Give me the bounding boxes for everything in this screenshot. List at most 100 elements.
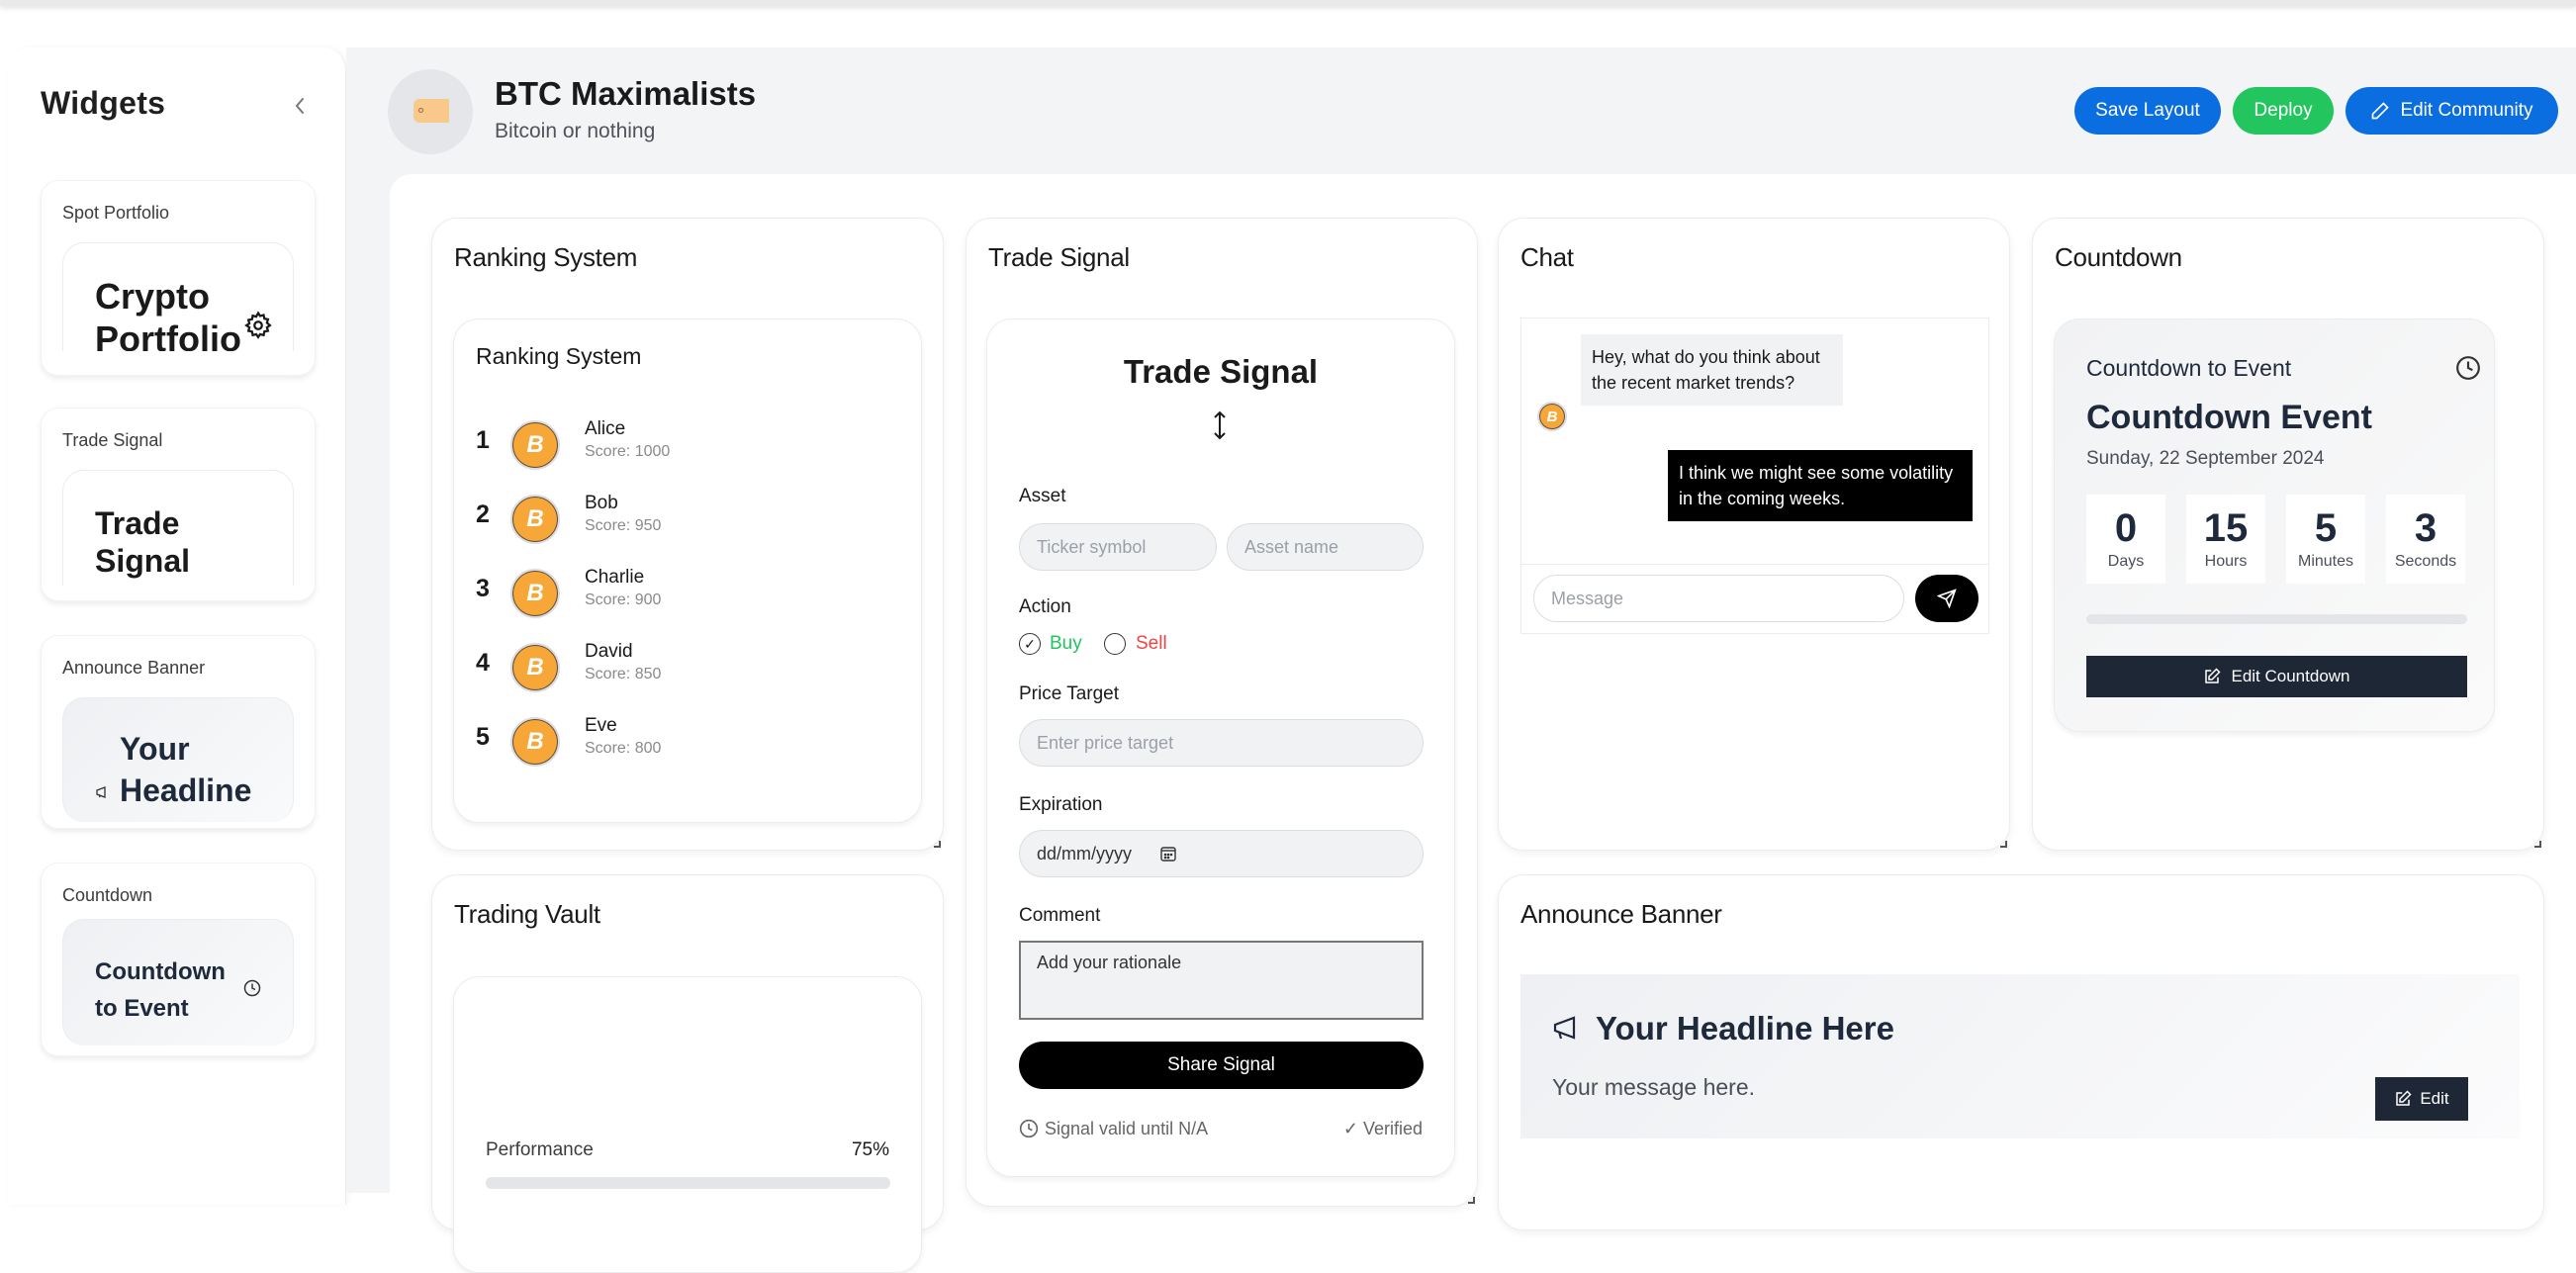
sidebar-widget-countdown[interactable]: Countdown Countdown to Event <box>41 863 316 1056</box>
edit-banner-label: Edit <box>2420 1089 2449 1108</box>
preview-text: Trade Signal <box>95 505 191 580</box>
ticker-symbol-input[interactable]: Ticker symbol <box>1019 523 1217 571</box>
countdown-hours: 15 Hours <box>2186 495 2265 584</box>
rank-user-name: Bob <box>585 493 618 513</box>
asset-name-input[interactable]: Asset name <box>1227 523 1424 571</box>
action-label: Action <box>1019 596 1071 617</box>
deploy-button[interactable]: Deploy <box>2233 87 2334 135</box>
banner-headline: Your Headline Here <box>1596 1010 1894 1046</box>
ranking-row: 3 B Charlie Score: 900 <box>476 565 872 624</box>
resize-handle[interactable] <box>934 841 941 848</box>
resize-handle[interactable] <box>2000 841 2007 848</box>
ranking-row: 5 B Eve Score: 800 <box>476 713 872 773</box>
sidebar-widget-spot-portfolio[interactable]: Spot Portfolio Crypto Portfolio <box>41 180 316 376</box>
comment-label: Comment <box>1019 905 1101 926</box>
edit-icon <box>2205 668 2222 683</box>
edit-banner-button[interactable]: Edit <box>2375 1077 2468 1121</box>
rank-score: Score: 800 <box>585 740 662 757</box>
countdown-progress-track <box>2086 614 2467 624</box>
gear-icon <box>244 311 272 339</box>
countdown-widget[interactable]: Countdown Countdown to Event Countdown E… <box>2032 218 2544 851</box>
save-layout-label: Save Layout <box>2095 100 2200 121</box>
expiration-label: Expiration <box>1019 794 1103 815</box>
ranking-row: 2 B Bob Score: 950 <box>476 491 872 550</box>
tag-icon <box>414 99 449 123</box>
countdown-seconds: 3 Seconds <box>2386 495 2465 584</box>
sidebar-widget-label: Trade Signal <box>62 430 163 450</box>
trading-vault-card: Performance 75% <box>453 976 922 1273</box>
ranking-row: 4 B David Score: 850 <box>476 639 872 698</box>
buy-label[interactable]: Buy <box>1050 633 1082 655</box>
share-signal-button[interactable]: Share Signal <box>1019 1042 1424 1089</box>
widgets-sidebar: Widgets Spot Portfolio Crypto Portfolio … <box>8 47 346 1205</box>
ranking-card-title: Ranking System <box>476 343 642 369</box>
clock-icon <box>2456 356 2480 380</box>
trade-signal-card: Trade Signal Asset Ticker symbol Asset n… <box>986 318 1455 1177</box>
countdown-unit: Hours <box>2204 553 2248 570</box>
widget-title: Trading Vault <box>454 899 600 929</box>
asset-label: Asset <box>1019 486 1066 506</box>
resize-handle[interactable] <box>2534 841 2541 848</box>
rank-user-name: Charlie <box>585 567 645 588</box>
sidebar-widget-announce-banner[interactable]: Announce Banner Your Headline <box>41 635 316 829</box>
message-input[interactable]: Message <box>1533 575 1904 622</box>
trading-vault-widget[interactable]: Trading Vault Performance 75% <box>431 874 944 1273</box>
widget-title: Chat <box>1520 242 1574 272</box>
announce-banner-widget[interactable]: Announce Banner Your Headline Here Your … <box>1498 874 2544 1230</box>
community-logo <box>388 69 473 154</box>
save-layout-button[interactable]: Save Layout <box>2074 87 2221 135</box>
comment-textarea[interactable]: Add your rationale <box>1019 941 1424 1020</box>
bitcoin-avatar-icon: B <box>510 569 560 618</box>
rank-score: Score: 1000 <box>585 443 671 460</box>
rank-user-name: Eve <box>585 715 617 736</box>
trade-signal-widget[interactable]: Trade Signal Trade Signal Asset Ticker s… <box>966 218 1478 1207</box>
resize-handle[interactable] <box>1468 1197 1475 1204</box>
edit-community-label: Edit Community <box>2400 100 2533 121</box>
browser-top-strip <box>0 0 2576 6</box>
chat-widget[interactable]: Chat B Hey, what do you think about the … <box>1498 218 2010 851</box>
megaphone-icon <box>96 786 106 798</box>
price-target-input[interactable]: Enter price target <box>1019 719 1424 767</box>
preview-text: Crypto Portfolio <box>95 276 241 351</box>
edit-countdown-button[interactable]: Edit Countdown <box>2086 656 2467 697</box>
sidebar-widget-trade-signal[interactable]: Trade Signal Trade Signal <box>41 408 316 601</box>
signal-valid-until: Signal valid until N/A <box>1045 1119 1209 1138</box>
send-button[interactable] <box>1915 575 1978 622</box>
performance-progress-track <box>486 1177 890 1189</box>
widget-title: Trade Signal <box>988 242 1130 272</box>
expiration-date-input[interactable]: dd/mm/yyyy <box>1019 830 1424 877</box>
rank-number: 5 <box>476 723 490 751</box>
performance-label: Performance <box>486 1139 594 1160</box>
countdown-card: Countdown to Event Countdown Event Sunda… <box>2054 318 2495 732</box>
sidebar-title: Widgets <box>41 85 166 121</box>
widget-title: Ranking System <box>454 242 638 272</box>
edit-community-button[interactable]: Edit Community <box>2346 87 2558 135</box>
bitcoin-avatar-icon: B <box>510 420 560 470</box>
countdown-unit: Days <box>2107 553 2145 570</box>
countdown-value: 3 <box>2414 506 2438 550</box>
performance-value: 75% <box>851 1139 889 1160</box>
widget-preview: Trade Signal <box>62 470 294 586</box>
rank-score: Score: 900 <box>585 591 662 608</box>
ranking-system-widget[interactable]: Ranking System Ranking System 1 B Alice Sco… <box>431 218 944 851</box>
buy-radio[interactable]: ✓ <box>1019 633 1041 655</box>
chat-panel: B Hey, what do you think about the recen… <box>1520 318 1989 634</box>
countdown-card-title: Countdown to Event <box>2086 355 2292 381</box>
sell-label[interactable]: Sell <box>1136 633 1167 655</box>
rank-score: Score: 850 <box>585 666 662 682</box>
calendar-icon[interactable] <box>1159 845 1177 863</box>
widget-title: Announce Banner <box>1520 899 1722 929</box>
check-icon: ✓ <box>1342 1119 1363 1138</box>
sell-radio[interactable] <box>1104 633 1126 655</box>
rank-number: 4 <box>476 649 490 677</box>
date-placeholder: dd/mm/yyyy <box>1037 843 1133 864</box>
verified-status: ✓ Verified <box>1343 1119 1423 1139</box>
collapse-sidebar-button[interactable] <box>285 91 315 121</box>
rank-number: 3 <box>476 575 490 602</box>
widget-preview: Countdown to Event <box>62 919 294 1046</box>
up-down-arrow-icon <box>1214 410 1226 440</box>
widget-preview: Your Headline <box>62 697 294 822</box>
rank-number: 1 <box>476 426 490 454</box>
check-icon: ✓ <box>1024 635 1036 652</box>
countdown-value: 5 <box>2314 506 2338 550</box>
